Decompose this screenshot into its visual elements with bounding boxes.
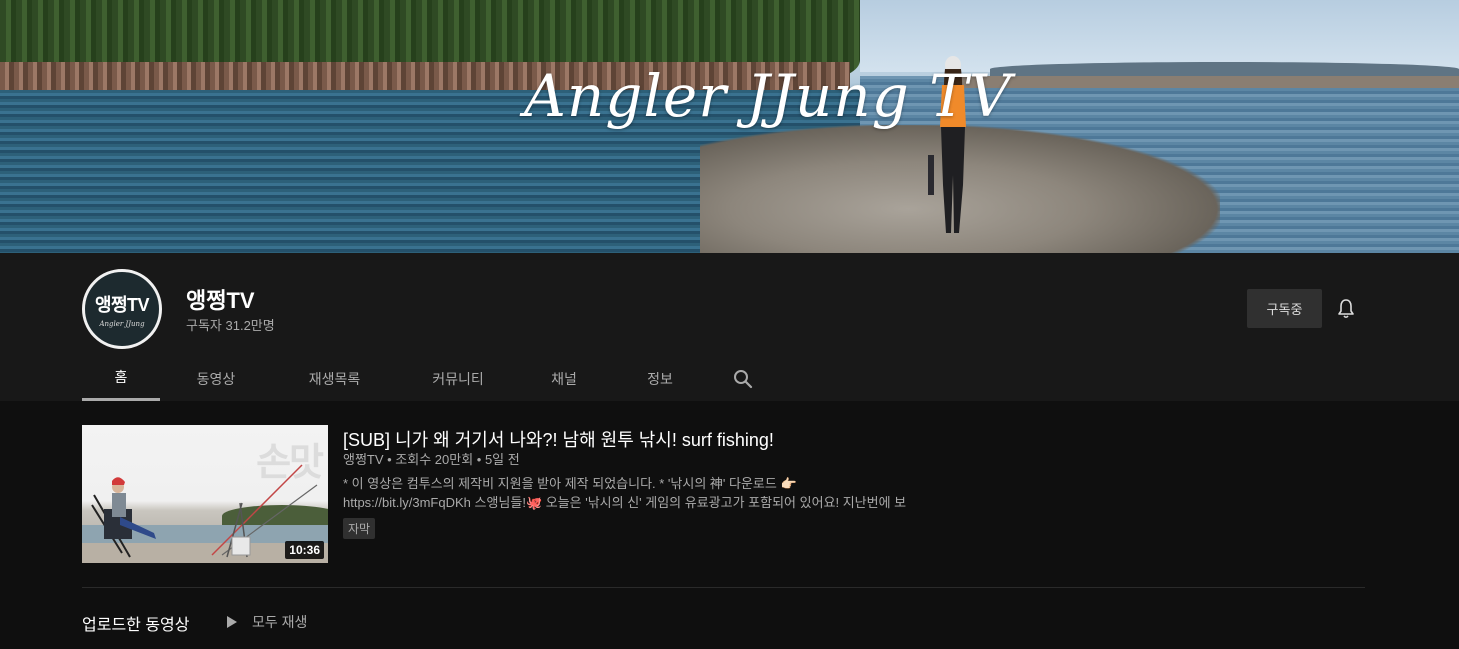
play-all-button[interactable]: 모두 재생 [226,611,307,633]
channel-tabs: 홈 동영상 재생목록 커뮤니티 채널 정보 [82,356,775,401]
description-line-2: https://bit.ly/3mFqDKh 스앵님들!🐙 오늘은 '낚시의 신… [343,495,907,510]
tab-about[interactable]: 정보 [609,356,711,401]
play-icon [227,616,237,628]
tab-channels[interactable]: 채널 [519,356,609,401]
channel-header: 앵쩡TV Angler JJung 앵쩡TV 구독자 31.2만명 구독중 홈 … [0,253,1459,401]
featured-video: 손맛 10:36 [SUB] 니가 왜 거기서 나와?! 남해 원투 낚시! s… [82,425,1365,565]
subtitle-badge: 자막 [343,518,376,539]
description-line-1: * 이 영상은 컴투스의 제작비 지원을 받아 제작 되었습니다. * '낚시의… [343,476,797,491]
avatar-subtext: Angler JJung [99,319,145,328]
avatar[interactable]: 앵쩡TV Angler JJung [82,269,162,349]
play-all-label: 모두 재생 [252,614,308,630]
banner-logo-text: Angler JJung TV [524,62,1012,130]
video-meta: 앵쩡TV • 조회수 20만회 • 5일 전 [343,452,520,467]
channel-name: 앵쩡TV [186,288,255,313]
tab-videos[interactable]: 동영상 [160,356,272,401]
avatar-text: 앵쩡TV [94,294,150,315]
uploads-title[interactable]: 업로드한 동영상 [82,611,190,635]
tab-community[interactable]: 커뮤니티 [397,356,519,401]
tab-playlists[interactable]: 재생목록 [272,356,397,401]
bell-icon[interactable] [1334,297,1358,321]
channel-banner: Angler JJung TV [0,0,1459,253]
video-duration: 10:36 [285,541,324,559]
subscribed-button[interactable]: 구독중 [1247,289,1322,328]
tab-search[interactable] [711,356,775,401]
video-thumbnail[interactable]: 손맛 10:36 [82,425,328,563]
section-divider [82,587,1365,588]
subscriber-count: 구독자 31.2만명 [186,318,275,333]
tab-home[interactable]: 홈 [82,356,160,401]
video-description: * 이 영상은 컴투스의 제작비 지원을 받아 제작 되었습니다. * '낚시의… [343,474,1043,512]
search-icon [734,369,753,388]
